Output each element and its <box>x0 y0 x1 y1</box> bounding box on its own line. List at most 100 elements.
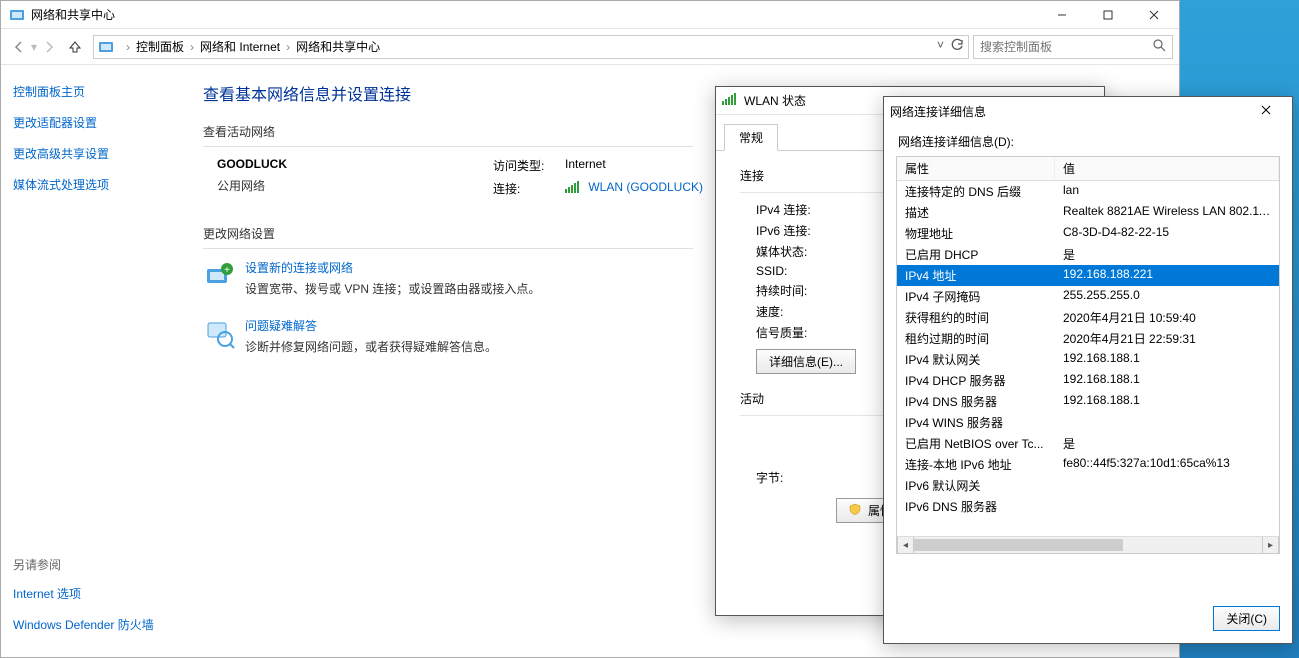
nav-forward-button[interactable] <box>37 35 61 59</box>
close-button[interactable]: 关闭(C) <box>1213 606 1280 631</box>
scroll-track[interactable] <box>914 537 1262 553</box>
table-row[interactable]: 物理地址C8-3D-D4-82-22-15 <box>897 223 1279 244</box>
window-title: 网络和共享中心 <box>31 6 115 23</box>
property-cell: IPv4 WINS 服务器 <box>897 413 1055 432</box>
scroll-left-button[interactable]: ◂ <box>897 537 914 553</box>
shield-icon <box>849 504 864 518</box>
breadcrumb-segment[interactable]: 网络和共享中心 <box>296 38 380 55</box>
sidebar-item-home[interactable]: 控制面板主页 <box>13 83 183 100</box>
property-cell: IPv4 DNS 服务器 <box>897 392 1055 411</box>
property-cell: IPv6 DNS 服务器 <box>897 497 1055 516</box>
table-row[interactable]: IPv4 WINS 服务器 <box>897 412 1279 433</box>
col-property[interactable]: 属性 <box>897 157 1055 180</box>
access-type-value: Internet <box>565 157 606 174</box>
value-cell: 是 <box>1055 245 1279 264</box>
table-header: 属性 值 <box>897 157 1279 181</box>
details-dialog-titlebar[interactable]: 网络连接详细信息 <box>884 97 1292 125</box>
scroll-thumb[interactable] <box>914 539 1123 551</box>
breadcrumb-segment[interactable]: 网络和 Internet <box>200 38 280 55</box>
nav-back-button[interactable] <box>7 35 31 59</box>
chevron-right-icon: › <box>126 40 130 54</box>
table-row[interactable]: IPv4 DNS 服务器192.168.188.1 <box>897 391 1279 412</box>
sidebar: 控制面板主页 更改适配器设置 更改高级共享设置 媒体流式处理选项 另请参阅 In… <box>1 65 193 657</box>
sidebar-item-media-streaming[interactable]: 媒体流式处理选项 <box>13 176 183 193</box>
close-button[interactable] <box>1131 1 1177 28</box>
troubleshoot-icon <box>203 317 235 349</box>
value-cell: fe80::44f5:327a:10d1:65ca%13 <box>1055 455 1279 474</box>
navigation-bar: ▾ › 控制面板 › 网络和 Internet › 网络和共享中心 ˅ <box>1 29 1179 65</box>
breadcrumb-dropdown-icon[interactable]: ˅ <box>937 38 944 55</box>
property-cell: IPv6 默认网关 <box>897 476 1055 495</box>
minimize-button[interactable] <box>1039 1 1085 28</box>
table-row[interactable]: IPv4 DHCP 服务器192.168.188.1 <box>897 370 1279 391</box>
details-table: 属性 值 连接特定的 DNS 后缀lan描述Realtek 8821AE Wir… <box>896 156 1280 554</box>
close-button[interactable] <box>1246 104 1286 118</box>
app-icon <box>9 7 25 23</box>
value-cell <box>1055 476 1279 495</box>
wifi-signal-icon <box>565 181 579 193</box>
value-cell: 2020年4月21日 22:59:31 <box>1055 329 1279 348</box>
tab-general[interactable]: 常规 <box>724 124 778 151</box>
property-cell: 已启用 DHCP <box>897 245 1055 264</box>
nav-up-button[interactable] <box>63 35 87 59</box>
see-also-defender-firewall[interactable]: Windows Defender 防火墙 <box>13 616 183 633</box>
maximize-button[interactable] <box>1085 1 1131 28</box>
property-cell: IPv4 子网掩码 <box>897 287 1055 306</box>
duration-label: 持续时间: <box>756 282 876 299</box>
horizontal-scrollbar[interactable]: ◂ ▸ <box>897 536 1279 553</box>
table-row[interactable]: 获得租约的时间2020年4月21日 10:59:40 <box>897 307 1279 328</box>
property-cell: IPv4 默认网关 <box>897 350 1055 369</box>
scroll-right-button[interactable]: ▸ <box>1262 537 1279 553</box>
wifi-icon <box>722 93 738 109</box>
troubleshoot-desc: 诊断并修复网络问题，或者获得疑难解答信息。 <box>245 338 497 355</box>
table-row[interactable]: IPv6 DNS 服务器 <box>897 496 1279 517</box>
see-also-internet-options[interactable]: Internet 选项 <box>13 585 183 602</box>
connection-label: 连接: <box>493 180 565 197</box>
search-icon[interactable] <box>1153 39 1166 55</box>
troubleshoot-link[interactable]: 问题疑难解答 <box>245 317 317 334</box>
setup-connection-link[interactable]: 设置新的连接或网络 <box>245 259 353 276</box>
property-cell: IPv4 DHCP 服务器 <box>897 371 1055 390</box>
property-cell: 描述 <box>897 203 1055 222</box>
value-cell: C8-3D-D4-82-22-15 <box>1055 224 1279 243</box>
sidebar-item-advanced-sharing[interactable]: 更改高级共享设置 <box>13 145 183 162</box>
details-dialog-body: 网络连接详细信息(D): 属性 值 连接特定的 DNS 后缀lan描述Realt… <box>884 125 1292 643</box>
table-row[interactable]: 连接特定的 DNS 后缀lan <box>897 181 1279 202</box>
search-input[interactable] <box>980 40 1153 54</box>
value-cell: 2020年4月21日 10:59:40 <box>1055 308 1279 327</box>
value-cell <box>1055 413 1279 432</box>
table-row[interactable]: 已启用 NetBIOS over Tc...是 <box>897 433 1279 454</box>
table-row[interactable]: 租约过期的时间2020年4月21日 22:59:31 <box>897 328 1279 349</box>
search-box[interactable] <box>973 35 1173 59</box>
table-row[interactable]: 连接-本地 IPv6 地址fe80::44f5:327a:10d1:65ca%1… <box>897 454 1279 475</box>
table-row[interactable]: 已启用 DHCP是 <box>897 244 1279 265</box>
breadcrumb[interactable]: › 控制面板 › 网络和 Internet › 网络和共享中心 ˅ <box>93 35 969 59</box>
table-row[interactable]: IPv4 地址192.168.188.221 <box>897 265 1279 286</box>
network-type: 公用网络 <box>217 177 493 194</box>
titlebar[interactable]: 网络和共享中心 <box>1 1 1179 29</box>
sidebar-item-adapter-settings[interactable]: 更改适配器设置 <box>13 114 183 131</box>
property-cell: 获得租约的时间 <box>897 308 1055 327</box>
access-type-label: 访问类型: <box>493 157 565 174</box>
table-body[interactable]: 连接特定的 DNS 后缀lan描述Realtek 8821AE Wireless… <box>897 181 1279 536</box>
value-cell: 是 <box>1055 434 1279 453</box>
details-button[interactable]: 详细信息(E)... <box>756 349 856 374</box>
svg-text:+: + <box>224 265 230 276</box>
property-cell: 租约过期的时间 <box>897 329 1055 348</box>
table-row[interactable]: IPv6 默认网关 <box>897 475 1279 496</box>
media-state-label: 媒体状态: <box>756 243 876 260</box>
divider <box>203 248 693 249</box>
breadcrumb-icon <box>98 39 114 55</box>
network-name: GOODLUCK <box>217 157 493 171</box>
table-row[interactable]: 描述Realtek 8821AE Wireless LAN 802.11ac <box>897 202 1279 223</box>
col-value[interactable]: 值 <box>1055 157 1279 180</box>
value-cell: 192.168.188.1 <box>1055 392 1279 411</box>
connection-details-dialog: 网络连接详细信息 网络连接详细信息(D): 属性 值 连接特定的 DNS 后缀l… <box>883 96 1293 644</box>
value-cell: 192.168.188.221 <box>1055 266 1279 285</box>
table-row[interactable]: IPv4 子网掩码255.255.255.0 <box>897 286 1279 307</box>
table-row[interactable]: IPv4 默认网关192.168.188.1 <box>897 349 1279 370</box>
breadcrumb-segment[interactable]: 控制面板 <box>136 38 184 55</box>
refresh-icon[interactable] <box>950 38 964 55</box>
wlan-dialog-title: WLAN 状态 <box>744 92 806 109</box>
connection-link[interactable]: WLAN (GOODLUCK) <box>588 180 703 194</box>
